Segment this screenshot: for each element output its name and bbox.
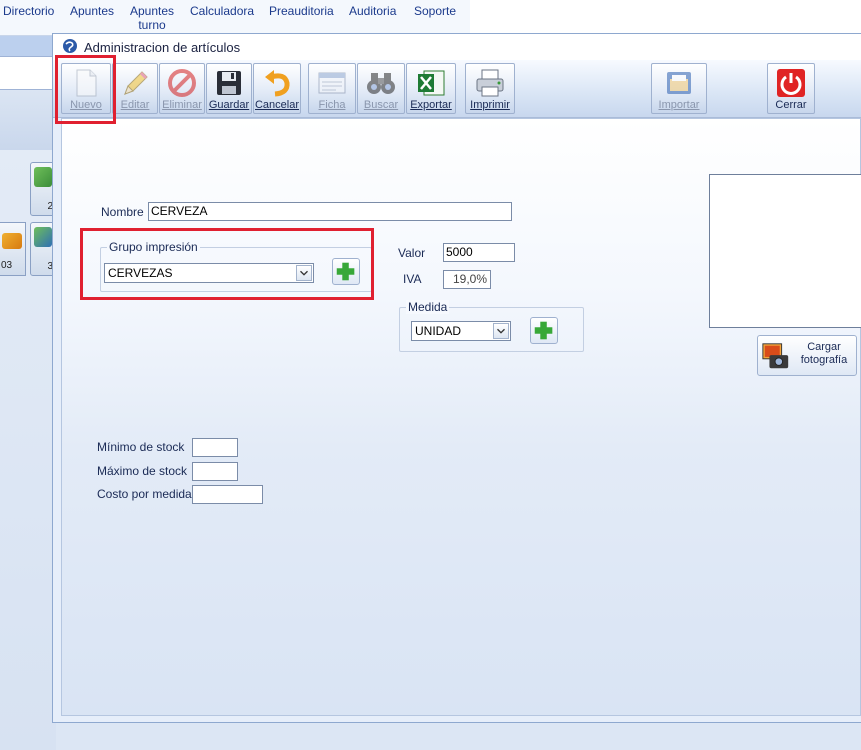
background-tile[interactable]: 03 [0,222,26,276]
tile-number: 03 [1,260,13,271]
background-header-strip [0,90,56,150]
card-icon [318,72,346,94]
ficha-button[interactable]: Ficha [308,63,356,114]
cancelar-label: Cancelar [254,99,300,111]
minimo-stock-input[interactable] [192,438,238,457]
iva-input[interactable]: 19,0% [443,270,491,289]
dialog-toolbar: Nuevo Editar Eliminar Guardar Cancelar F… [53,60,861,118]
nuevo-label: Nuevo [70,99,102,111]
tile-image-icon [34,227,52,247]
eliminar-button[interactable]: Eliminar [159,63,205,114]
medida-legend: Medida [406,300,450,314]
articulos-dialog: Administracion de artículos Nuevo Editar [52,33,861,723]
costo-medida-label: Costo por medida [97,487,192,501]
plus-icon [534,321,553,340]
photo-frame [709,174,861,328]
grupo-impresion-select[interactable]: CERVEZAS [104,263,314,283]
guardar-button[interactable]: Guardar [206,63,252,114]
binoculars-icon [367,73,395,94]
eliminar-label: Eliminar [162,99,202,111]
menu-apuntes-turno-line1: Apuntes [130,4,175,18]
menu-calculadora[interactable]: Calculadora [190,4,254,18]
valor-label: Valor [398,246,426,260]
maximo-stock-input[interactable] [192,462,238,481]
cargar-fotografia-label: Cargar fotografía [794,341,854,367]
printer-icon [476,69,504,97]
add-medida-button[interactable] [530,317,558,344]
buscar-button[interactable]: Buscar [357,63,405,114]
folder-icon [667,72,691,94]
menu-apuntes[interactable]: Apuntes [70,4,114,18]
guardar-label: Guardar [208,99,250,111]
app-globe-icon [63,39,77,53]
form-area: Nombre CERVEZA Grupo impresión CERVEZAS … [61,118,861,716]
imprimir-label: Imprimir [470,99,510,111]
editar-label: Editar [120,99,150,111]
dialog-titlebar[interactable]: Administracion de artículos [53,34,861,60]
new-document-icon [76,69,97,97]
costo-medida-input[interactable] [192,485,263,504]
cargar-fotografia-line2: fotografía [800,354,848,366]
background-toolbar-strip [0,36,56,56]
cancelar-button[interactable]: Cancelar [253,63,301,114]
ficha-label: Ficha [318,99,346,111]
cargar-fotografia-button[interactable]: Cargar fotografía [757,335,857,376]
menu-soporte[interactable]: Soporte [414,4,456,18]
floppy-disk-icon [217,71,241,95]
iva-label: IVA [403,272,422,286]
exportar-label: Exportar [410,99,452,111]
undo-arrow-icon [265,70,290,97]
add-grupo-button[interactable] [332,258,360,285]
importar-button[interactable]: Importar [651,63,707,114]
grupo-impresion-legend: Grupo impresión [107,240,200,254]
menu-auditoria[interactable]: Auditoria [349,4,396,18]
pencil-icon [124,71,148,95]
cargar-fotografia-line1: Cargar [807,341,841,353]
medida-value: UNIDAD [415,324,462,338]
imprimir-button[interactable]: Imprimir [465,63,515,114]
menubar-empty-area [470,0,861,36]
camera-icon [762,343,789,369]
power-icon [777,69,805,97]
chevron-down-icon[interactable] [493,323,509,339]
excel-icon [418,70,445,96]
importar-label: Importar [658,99,700,111]
nombre-label: Nombre [101,205,144,219]
plus-icon [336,262,355,281]
maximo-stock-label: Máximo de stock [97,464,188,478]
nuevo-button[interactable]: Nuevo [61,63,111,114]
medida-select[interactable]: UNIDAD [411,321,511,341]
background-input[interactable] [0,56,56,90]
chevron-down-icon[interactable] [296,265,312,281]
delete-icon [168,69,196,97]
menu-apuntes-turno[interactable]: Apuntes turno [130,4,174,32]
valor-input[interactable]: 5000 [443,243,515,262]
editar-button[interactable]: Editar [112,63,158,114]
cerrar-label: Cerrar [775,99,807,111]
dialog-title: Administracion de artículos [84,40,241,55]
minimo-stock-label: Mínimo de stock [97,440,185,454]
menu-preauditoria[interactable]: Preauditoria [269,4,334,18]
tile-arrow-icon [2,233,22,249]
tile-image-icon [34,167,52,187]
exportar-button[interactable]: Exportar [406,63,456,114]
menu-apuntes-turno-line2: turno [138,18,166,32]
nombre-input[interactable]: CERVEZA [148,202,512,221]
menu-directorio[interactable]: Directorio [3,4,54,18]
grupo-impresion-value: CERVEZAS [108,266,173,280]
main-menubar: Directorio Apuntes Apuntes turno Calcula… [0,0,470,36]
cerrar-button[interactable]: Cerrar [767,63,815,114]
buscar-label: Buscar [363,99,399,111]
